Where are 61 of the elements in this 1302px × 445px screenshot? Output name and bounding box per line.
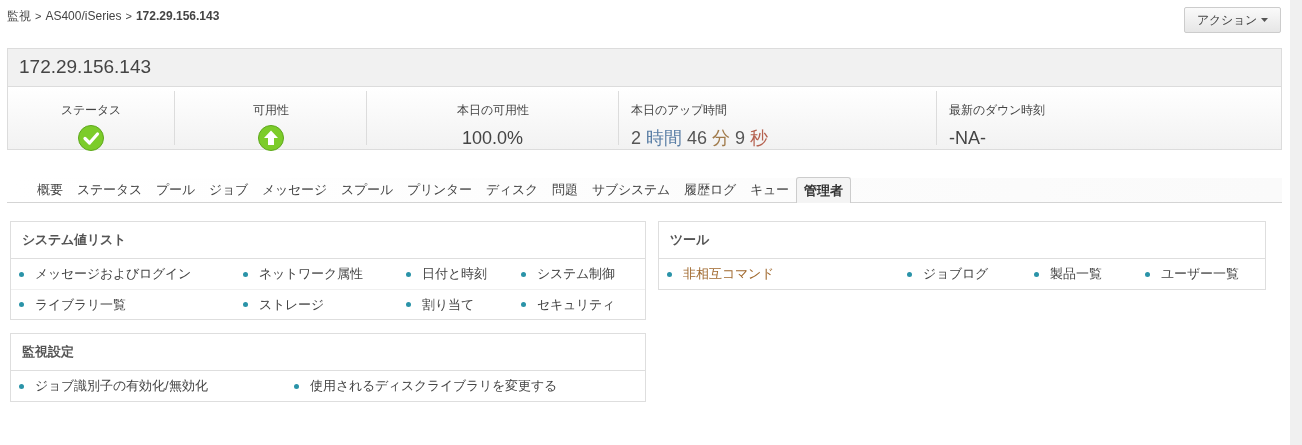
link[interactable]: メッセージおよびログイン [35,264,191,284]
link[interactable]: 割り当て [422,294,474,315]
stat-value: 100.0% [461,127,524,150]
bullet-icon [521,302,526,307]
caret-icon [1261,18,1268,22]
tab[interactable]: サブシステム [585,177,677,202]
bullet-icon [1145,271,1150,277]
tab[interactable]: プリンター [400,177,479,202]
link[interactable]: ジョブログ [923,264,988,284]
tab[interactable]: スプール [334,177,400,202]
link[interactable]: 日付と時刻 [422,264,487,284]
link[interactable]: ユーザー一覧 [1161,264,1239,284]
breadcrumb-link[interactable]: 監視 [7,7,31,25]
link[interactable]: 非相互コマンド [683,264,774,284]
link[interactable]: セキュリティ [537,294,615,315]
panel-title: システム値リスト [22,231,126,250]
stat-label: 可用性 [252,102,289,119]
stat-label: 最新のダウン時刻 [949,102,1045,119]
tab[interactable]: プール [149,177,202,202]
tab[interactable]: ステータス [70,177,149,202]
bullet-icon [406,302,411,307]
link[interactable]: システム制御 [537,264,615,284]
tab[interactable]: 問題 [545,177,585,202]
link[interactable]: 使用されるディスクライブラリを変更する [310,376,557,396]
breadcrumb-separator: > [125,8,132,24]
link[interactable]: ライブラリ一覧 [35,294,126,315]
link[interactable]: 製品一覧 [1050,264,1102,284]
action-button[interactable]: アクション [1184,7,1281,33]
tab[interactable]: ジョブ [202,177,255,202]
bullet-icon [243,302,248,307]
tab[interactable]: 管理者 [796,177,851,203]
bullet-icon [19,271,24,277]
bullet-icon [907,271,912,277]
link[interactable]: ストレージ [259,294,324,315]
panel-title: 監視設定 [22,343,74,362]
bullet-icon [1034,271,1039,277]
link[interactable]: ジョブ識別子の有効化/無効化 [35,376,208,396]
bullet-icon [521,271,526,277]
breadcrumb-separator: > [35,8,42,24]
bullet-icon [294,383,299,389]
tab[interactable]: 履歴ログ [677,177,743,202]
bullet-icon [667,271,672,277]
panel-title: ツール [670,231,709,250]
stat-label: 本日の可用性 [456,102,529,119]
stat-label: 本日のアップ時間 [631,102,727,119]
tab[interactable]: ディスク [479,177,545,202]
tab[interactable]: 概要 [30,177,70,202]
bullet-icon [243,271,248,277]
breadcrumb-link[interactable]: 172.29.156.143 [135,7,220,25]
tab[interactable]: メッセージ [255,177,334,202]
check-icon [78,125,104,151]
link[interactable]: ネットワーク属性 [259,264,363,284]
stat-value: 2 時間 46 分 9 秒 [631,127,769,150]
stat-label: ステータス [61,102,121,119]
breadcrumb-link[interactable]: AS400/iSeries [45,7,122,25]
bullet-icon [19,302,24,307]
tab[interactable]: キュー [743,177,796,202]
monitor-title: 172.29.156.143 [19,55,152,80]
bullet-icon [19,383,24,389]
stat-value: -NA- [949,127,986,150]
bullet-icon [406,271,411,277]
